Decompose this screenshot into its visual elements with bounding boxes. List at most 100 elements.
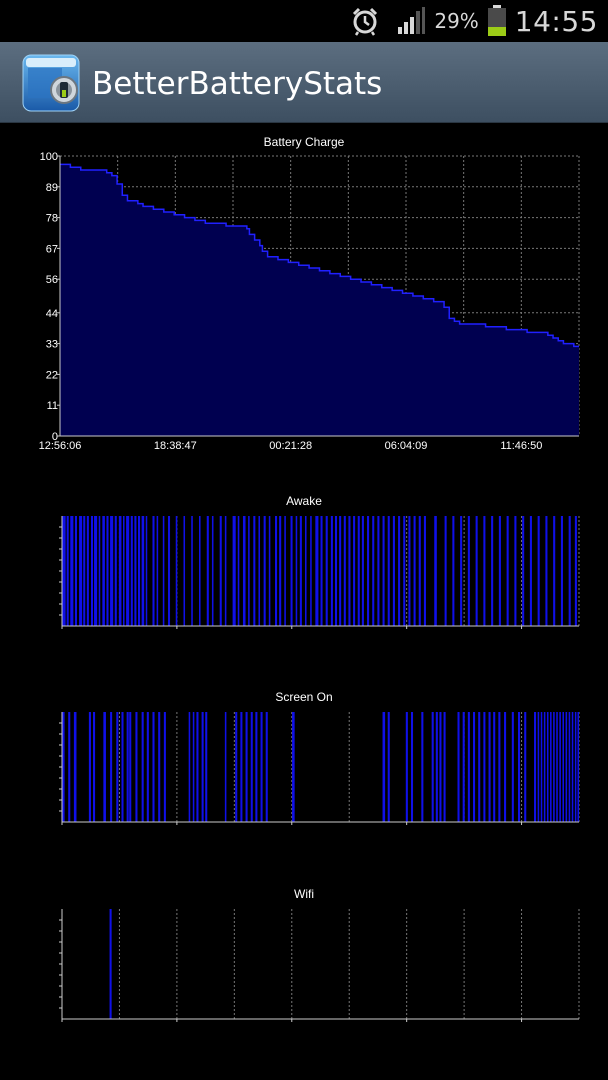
awake-bar: [199, 516, 201, 626]
awake-bar: [357, 516, 360, 626]
screen-on-bar: [192, 712, 195, 822]
awake-bar: [284, 516, 286, 626]
app-title: BetterBatteryStats: [92, 66, 383, 102]
awake-bar: [434, 516, 437, 626]
screen-on-bar: [574, 712, 577, 822]
awake-bar: [398, 516, 401, 626]
screen-on-bar: [571, 712, 574, 822]
screen-on-chart: [59, 712, 580, 825]
screen-on-bar: [467, 712, 470, 822]
x-tick-label: 18:38:47: [154, 440, 197, 452]
screen-on-bar: [382, 712, 386, 822]
screen-on-bar: [431, 712, 434, 822]
screen-on-bar: [146, 712, 149, 822]
awake-bar: [295, 516, 298, 626]
battery-percent: 29%: [434, 9, 479, 33]
awake-bar: [211, 516, 214, 626]
screen-on-bar: [201, 712, 204, 822]
awake-bar: [258, 516, 261, 626]
signal-strength-icon: [398, 7, 426, 34]
awake-bar: [304, 516, 307, 626]
x-tick-label: 12:56:06: [39, 440, 82, 452]
awake-bar: [348, 516, 351, 626]
awake-chart: [59, 516, 580, 629]
awake-bar: [522, 516, 525, 626]
screen-on-bar: [110, 712, 113, 822]
screen-on-bar: [93, 712, 96, 822]
screen-on-bar: [439, 712, 442, 822]
awake-bar: [460, 516, 463, 626]
awake-bar: [248, 516, 250, 626]
screen-on-bar: [73, 712, 77, 822]
screen-on-bar: [240, 712, 243, 822]
screen-on-bar: [116, 712, 119, 822]
screen-on-bar: [565, 712, 568, 822]
screen-on-bar: [550, 712, 552, 822]
awake-bar: [299, 516, 302, 626]
awake-bar: [232, 516, 236, 626]
awake-bar: [219, 516, 222, 626]
screen-on-bar: [553, 712, 555, 822]
awake-bar: [134, 516, 137, 626]
screen-on-bar: [68, 712, 71, 822]
awake-bar: [83, 516, 86, 626]
awake-bar: [102, 516, 105, 626]
screen-on-bar: [483, 712, 486, 822]
y-tick-label: 89: [46, 182, 58, 194]
better-battery-stats-app-icon[interactable]: [22, 54, 80, 112]
status-icons: 29% 14:55: [350, 0, 598, 42]
status-bar: 29% 14:55: [0, 0, 608, 42]
awake-bar: [253, 516, 256, 626]
awake-bar: [268, 516, 271, 626]
screen-on-bar: [498, 712, 501, 822]
awake-bar: [126, 516, 130, 626]
awake-bar: [90, 516, 94, 626]
battery-charge-chart: 0112233445667788910012:56:06 18:38:47 00:2…: [39, 151, 580, 452]
screen-on-bar: [265, 712, 268, 822]
screen-on-bar: [235, 712, 238, 822]
screen-on-bar: [292, 712, 295, 822]
screen-on-bar: [250, 712, 253, 822]
awake-bar: [79, 516, 83, 626]
screen-on-bar: [488, 712, 491, 822]
awake-bar: [353, 516, 356, 626]
y-tick-label: 33: [46, 339, 58, 351]
awake-bar: [118, 516, 122, 626]
y-tick-label: 44: [46, 308, 58, 320]
awake-bar: [334, 516, 338, 626]
awake-bar: [224, 516, 227, 626]
y-tick-label: 100: [40, 151, 58, 163]
screen-on-bar: [524, 712, 527, 822]
awake-bar: [275, 516, 278, 626]
awake-bar: [315, 516, 319, 626]
awake-bar: [423, 516, 426, 626]
screen-on-bar: [255, 712, 258, 822]
screen-on-bar: [196, 712, 199, 822]
alarm-clock-icon: [353, 7, 378, 36]
screen-on-bar: [152, 712, 155, 822]
awake-bar: [506, 516, 509, 626]
awake-bar: [545, 516, 548, 626]
awake-bar: [62, 516, 66, 626]
awake-bar: [98, 516, 101, 626]
screen-on-bar: [546, 712, 549, 822]
wifi-chart-title: Wifi: [294, 887, 314, 901]
screen-on-bar: [443, 712, 446, 822]
screen-on-bar: [568, 712, 571, 822]
awake-bar: [74, 516, 77, 626]
screen-on-bar: [88, 712, 91, 822]
y-tick-label: 56: [46, 274, 58, 286]
awake-bar: [529, 516, 532, 626]
awake-bar: [413, 516, 416, 626]
screen-on-bar: [478, 712, 481, 822]
awake-bar: [514, 516, 517, 626]
screen-on-bar: [511, 712, 514, 822]
awake-bar: [387, 516, 390, 626]
battery-icon: [487, 5, 506, 36]
screen-on-bar: [103, 712, 106, 822]
awake-bar: [130, 516, 133, 626]
y-tick-label: 11: [47, 400, 58, 412]
awake-bar: [70, 516, 74, 626]
awake-bar: [403, 516, 406, 626]
screen-on-bar: [387, 712, 390, 822]
